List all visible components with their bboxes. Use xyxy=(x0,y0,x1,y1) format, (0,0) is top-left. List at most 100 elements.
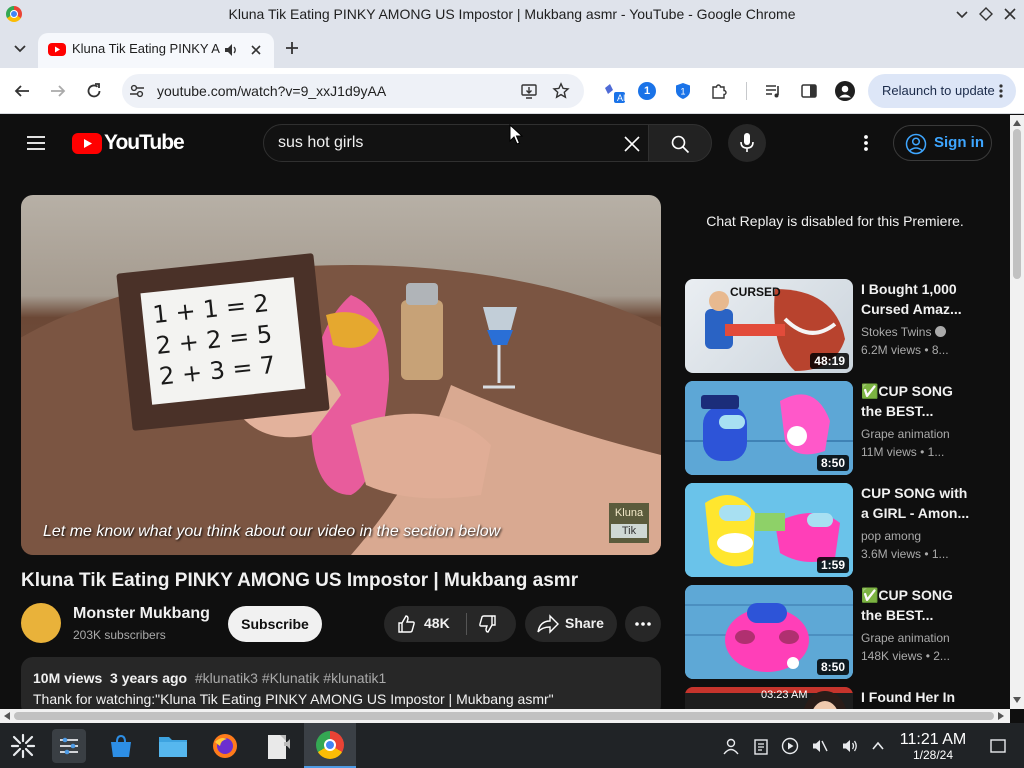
related-meta-1: 6.2M views • 8... xyxy=(861,343,949,357)
whiteboard: 1 + 1 = 2 2 + 2 = 5 2 + 3 = 7 xyxy=(140,277,306,405)
youtube-logo-text[interactable]: YouTube xyxy=(104,131,185,155)
related-title-2[interactable]: ✅CUP SONG the BEST... xyxy=(861,381,971,421)
tab-audio-icon[interactable] xyxy=(224,43,238,57)
like-dislike-group: 48K xyxy=(384,606,516,642)
bookmark-star-icon[interactable] xyxy=(552,82,570,100)
svg-text:1: 1 xyxy=(681,87,686,97)
related-video-5[interactable]: 03:23 AM I Found Her In xyxy=(685,687,995,709)
chrome-taskbar-button[interactable] xyxy=(304,723,356,768)
audio-file-icon[interactable] xyxy=(260,729,294,763)
url-text[interactable]: youtube.com/watch?v=9_xxJ1d9yAA xyxy=(157,83,386,99)
chrome-menu-icon[interactable] xyxy=(998,83,1004,99)
thumbnail-2[interactable]: 8:50 xyxy=(685,381,853,475)
install-app-icon[interactable] xyxy=(520,82,538,100)
related-title-4[interactable]: ✅CUP SONG the BEST... xyxy=(861,585,971,625)
like-icon[interactable] xyxy=(396,614,416,634)
hashtags[interactable]: #klunatik3 #Klunatik #klunatik1 xyxy=(195,670,386,686)
side-panel-icon[interactable] xyxy=(800,82,818,100)
video-frame-scene xyxy=(21,265,661,555)
show-desktop-icon[interactable] xyxy=(988,736,1008,756)
related-meta-2: 11M views • 1... xyxy=(861,445,945,459)
more-actions-button[interactable] xyxy=(625,606,661,642)
chrome-icon xyxy=(316,730,344,759)
profile-avatar-icon[interactable] xyxy=(835,81,855,101)
dislike-icon[interactable] xyxy=(478,614,498,634)
guide-menu-icon[interactable] xyxy=(26,134,46,152)
scroll-down-icon[interactable] xyxy=(1013,697,1021,703)
thumbnail-1[interactable]: CURSED 48:19 xyxy=(685,279,853,373)
search-input[interactable]: sus hot girls xyxy=(278,134,363,152)
related-video-4[interactable]: 8:50 ✅CUP SONG the BEST... Grape animati… xyxy=(685,585,995,679)
clipboard-icon[interactable] xyxy=(751,736,771,756)
system-settings-icon[interactable] xyxy=(52,729,86,763)
maximize-icon[interactable] xyxy=(978,6,994,22)
settings-more-icon[interactable] xyxy=(862,134,870,152)
extension-ai-icon[interactable]: AI xyxy=(602,82,626,104)
forward-icon[interactable] xyxy=(49,82,67,100)
thumbnail-5[interactable]: 03:23 AM xyxy=(685,687,853,709)
clock[interactable]: 11:21 AM 1/28/24 xyxy=(896,731,970,762)
horizontal-scroll-thumb[interactable] xyxy=(14,712,994,720)
scroll-up-icon[interactable] xyxy=(1013,120,1021,126)
subscribe-button[interactable]: Subscribe xyxy=(228,606,322,642)
description-box[interactable]: 10M views 3 years ago #klunatik3 #Klunat… xyxy=(21,657,661,717)
channel-avatar[interactable] xyxy=(21,603,61,643)
search-icon xyxy=(670,134,690,154)
watermark-line-1: Kluna xyxy=(614,507,644,519)
file-manager-icon[interactable] xyxy=(156,729,190,763)
extension-shield-icon[interactable]: 1 xyxy=(674,82,692,100)
discover-store-icon[interactable] xyxy=(104,729,138,763)
tab-search-icon[interactable] xyxy=(10,40,30,56)
related-video-3[interactable]: 1:59 CUP SONG with a GIRL - Amon... pop … xyxy=(685,483,995,577)
related-channel-1[interactable]: Stokes Twins xyxy=(861,323,961,341)
tray-expand-icon[interactable] xyxy=(868,736,888,756)
youtube-logo-icon[interactable] xyxy=(72,133,102,154)
site-info-icon[interactable] xyxy=(128,82,146,100)
related-channel-3[interactable]: pop among xyxy=(861,527,961,545)
firefox-icon[interactable] xyxy=(208,729,242,763)
address-bar[interactable]: youtube.com/watch?v=9_xxJ1d9yAA xyxy=(122,74,584,108)
video-player[interactable]: 1 + 1 = 2 2 + 2 = 5 2 + 3 = 7 Let me kno… xyxy=(21,195,661,555)
voice-search-button[interactable] xyxy=(728,124,766,162)
relaunch-to-update-button[interactable]: Relaunch to update xyxy=(868,74,1016,108)
related-channel-4[interactable]: Grape animation xyxy=(861,629,961,647)
user-icon[interactable] xyxy=(721,736,741,756)
new-tab-icon[interactable] xyxy=(284,40,300,56)
related-title-1[interactable]: I Bought 1,000 Cursed Amaz... xyxy=(861,279,971,319)
search-button[interactable] xyxy=(648,124,712,162)
scroll-left-icon[interactable] xyxy=(4,712,10,720)
thumbnail-4[interactable]: 8:50 xyxy=(685,585,853,679)
scroll-right-icon[interactable] xyxy=(998,712,1004,720)
application-launcher-icon[interactable] xyxy=(6,729,40,763)
related-video-1[interactable]: CURSED 48:19 I Bought 1,000 Cursed Amaz.… xyxy=(685,279,995,373)
media-player-icon[interactable] xyxy=(780,736,800,756)
related-title-3[interactable]: CUP SONG with a GIRL - Amon... xyxy=(861,483,971,523)
audio-muted-icon[interactable] xyxy=(810,736,830,756)
volume-icon[interactable] xyxy=(840,736,860,756)
like-count[interactable]: 48K xyxy=(424,615,450,631)
tab-close-icon[interactable] xyxy=(249,43,263,57)
related-channel-2[interactable]: Grape animation xyxy=(861,425,961,443)
reload-icon[interactable] xyxy=(85,82,103,100)
like-divider xyxy=(466,613,467,635)
back-icon[interactable] xyxy=(13,82,31,100)
search-box[interactable]: sus hot girls xyxy=(263,124,649,162)
close-window-icon[interactable] xyxy=(1002,6,1018,22)
related-title-5[interactable]: I Found Her In xyxy=(861,687,971,707)
share-button[interactable]: Share xyxy=(525,606,617,642)
horizontal-scrollbar[interactable] xyxy=(0,709,1010,723)
extensions-puzzle-icon[interactable] xyxy=(710,82,728,100)
related-video-2[interactable]: 8:50 ✅CUP SONG the BEST... Grape animati… xyxy=(685,381,995,475)
thumbnail-3[interactable]: 1:59 xyxy=(685,483,853,577)
vertical-scroll-thumb[interactable] xyxy=(1013,129,1021,279)
clear-search-icon[interactable] xyxy=(622,134,642,154)
media-controls-icon[interactable] xyxy=(764,82,782,100)
svg-text:AI: AI xyxy=(617,93,626,103)
channel-name[interactable]: Monster Mukbang xyxy=(73,605,210,623)
more-horizontal-icon xyxy=(634,621,652,627)
extension-badge-icon[interactable]: 1 xyxy=(638,82,656,100)
tab-active[interactable]: Kluna Tik Eating PINKY A xyxy=(38,33,274,68)
minimize-icon[interactable] xyxy=(954,6,970,22)
vertical-scrollbar[interactable] xyxy=(1010,115,1024,709)
sign-in-button[interactable]: Sign in xyxy=(893,125,992,161)
